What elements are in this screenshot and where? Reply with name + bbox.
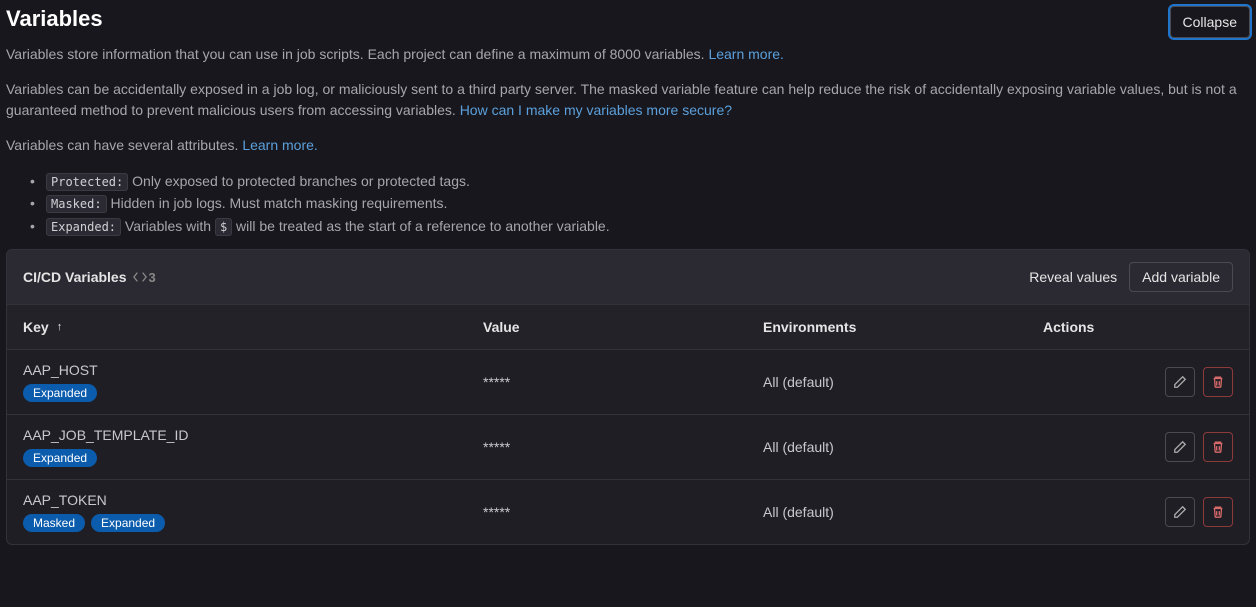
variable-value: ***** [483, 374, 510, 390]
list-item: Expanded: Variables with $ will be treat… [30, 215, 1250, 237]
copy-value-button[interactable] [518, 439, 522, 443]
variable-key: AAP_HOST [23, 362, 98, 378]
variable-environment: All (default) [763, 504, 834, 520]
copy-env-button[interactable] [842, 504, 846, 508]
attributes-intro: Variables can have several attributes. [6, 137, 238, 153]
edit-button[interactable] [1165, 497, 1195, 527]
page-title: Variables [6, 6, 103, 32]
list-item: Protected: Only exposed to protected bra… [30, 170, 1250, 192]
expanded-desc-a: Variables with [121, 218, 215, 234]
table-row: AAP_HOST Expanded ***** All (default) [7, 349, 1249, 414]
code-icon: 3 [133, 270, 156, 285]
variable-value: ***** [483, 504, 510, 520]
edit-button[interactable] [1165, 432, 1195, 462]
copy-env-button[interactable] [842, 439, 846, 443]
card-title: CI/CD Variables [23, 269, 127, 285]
warning-paragraph: Variables can be accidentally exposed in… [6, 79, 1250, 121]
protected-desc: Only exposed to protected branches or pr… [128, 173, 470, 189]
variable-key: AAP_TOKEN [23, 492, 107, 508]
expanded-label: Expanded: [46, 218, 121, 236]
table-row: AAP_JOB_TEMPLATE_ID Expanded ***** All (… [7, 414, 1249, 479]
copy-key-button[interactable] [106, 368, 110, 372]
badge-masked: Masked [23, 514, 85, 532]
secure-variables-link[interactable]: How can I make my variables more secure? [460, 102, 732, 118]
dollar-code: $ [215, 218, 232, 236]
delete-button[interactable] [1203, 367, 1233, 397]
badge-expanded: Expanded [23, 384, 97, 402]
table-header: Key ↑ Value Environments Actions [7, 304, 1249, 349]
column-actions: Actions [1043, 319, 1233, 335]
sort-arrow-icon: ↑ [57, 321, 63, 333]
list-item: Masked: Hidden in job logs. Must match m… [30, 192, 1250, 214]
copy-value-button[interactable] [518, 374, 522, 378]
delete-button[interactable] [1203, 432, 1233, 462]
add-variable-button[interactable]: Add variable [1129, 262, 1233, 292]
intro-paragraph: Variables store information that you can… [6, 44, 1250, 65]
badge-expanded: Expanded [91, 514, 165, 532]
learn-more-link[interactable]: Learn more. [708, 46, 783, 62]
variable-count: 3 [149, 270, 156, 285]
column-key-label: Key [23, 319, 49, 335]
masked-label: Masked: [46, 195, 107, 213]
column-value: Value [483, 319, 763, 335]
protected-label: Protected: [46, 173, 128, 191]
table-row: AAP_TOKEN Masked Expanded ***** All (defa… [7, 479, 1249, 544]
card-header: CI/CD Variables 3 Reveal values Add vari… [7, 250, 1249, 304]
attributes-intro-paragraph: Variables can have several attributes. L… [6, 135, 1250, 156]
variables-card: CI/CD Variables 3 Reveal values Add vari… [6, 249, 1250, 545]
expanded-desc-b: will be treated as the start of a refere… [232, 218, 609, 234]
collapse-button[interactable]: Collapse [1170, 6, 1250, 38]
column-environments: Environments [763, 319, 1043, 335]
attributes-learn-more-link[interactable]: Learn more. [242, 137, 317, 153]
variable-environment: All (default) [763, 439, 834, 455]
edit-button[interactable] [1165, 367, 1195, 397]
badge-expanded: Expanded [23, 449, 97, 467]
attributes-list: Protected: Only exposed to protected bra… [30, 170, 1250, 237]
variable-key: AAP_JOB_TEMPLATE_ID [23, 427, 188, 443]
delete-button[interactable] [1203, 497, 1233, 527]
variable-value: ***** [483, 439, 510, 455]
reveal-values-button[interactable]: Reveal values [1029, 269, 1117, 285]
copy-key-button[interactable] [196, 433, 200, 437]
copy-key-button[interactable] [115, 498, 119, 502]
column-key[interactable]: Key ↑ [23, 319, 483, 335]
intro-text: Variables store information that you can… [6, 46, 705, 62]
masked-desc: Hidden in job logs. Must match masking r… [107, 195, 448, 211]
variable-environment: All (default) [763, 374, 834, 390]
copy-env-button[interactable] [842, 374, 846, 378]
copy-value-button[interactable] [518, 504, 522, 508]
